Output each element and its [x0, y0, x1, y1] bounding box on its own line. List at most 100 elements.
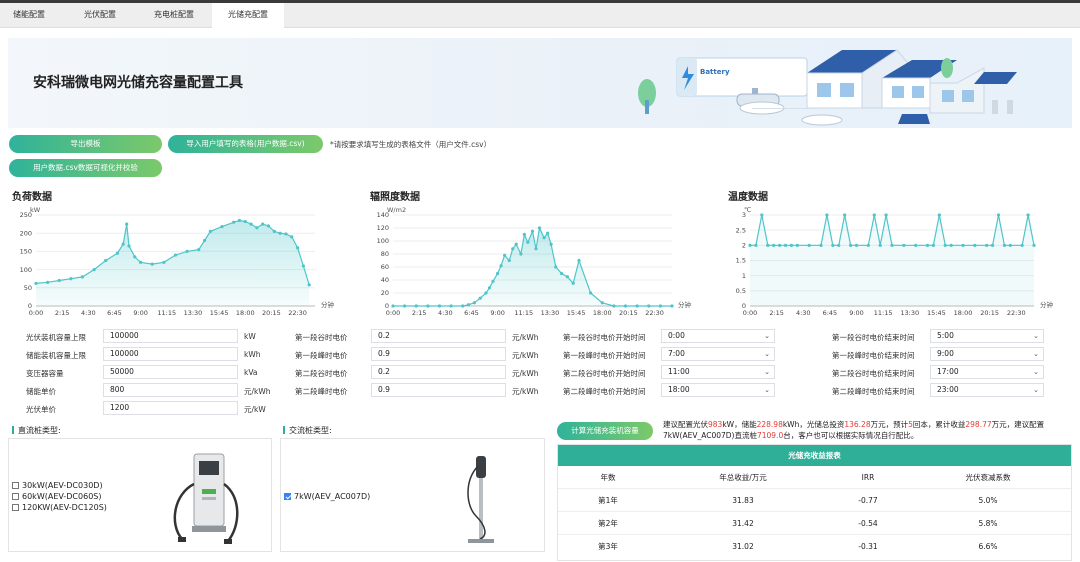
data-point: [57, 278, 61, 283]
transformer-capacity-input[interactable]: 50000: [103, 365, 238, 379]
table-cell: -0.54: [858, 519, 878, 528]
data-point: [284, 232, 288, 236]
table-row: 第1年 31.83 -0.77 5.0%: [558, 489, 1071, 512]
data-point: [491, 279, 495, 283]
data-point: [760, 213, 764, 217]
data-point: [748, 243, 752, 247]
data-point: [985, 243, 989, 247]
advice-text: 台，客户也可以根据实际情况自行配比。: [783, 431, 919, 440]
pv-price-input[interactable]: 1200: [103, 401, 238, 415]
data-point: [943, 243, 947, 247]
battery-sign: Battery: [700, 68, 730, 76]
tab-storage-config[interactable]: 储能配置: [0, 3, 58, 28]
data-point: [783, 243, 788, 247]
data-point: [484, 291, 488, 295]
export-template-button[interactable]: 导出模板: [9, 135, 162, 153]
advice-chargers-value: 7109.0: [756, 431, 784, 440]
valley2-price-label: 第二段谷时电价: [295, 369, 348, 378]
peak1-end-select[interactable]: 9:00 ⌄: [930, 347, 1044, 361]
peak2-start-select[interactable]: 18:00 ⌄: [661, 383, 775, 397]
calculate-capacity-button[interactable]: 计算光储充装机容量: [557, 422, 653, 440]
table-row: 第3年 31.02 -0.31 6.6%: [558, 535, 1071, 558]
peak2-end-select[interactable]: 23:00 ⌄: [930, 383, 1044, 397]
peak2-price-unit: 元/kWh: [512, 387, 539, 396]
data-point: [1002, 243, 1007, 247]
x-tick-label: 2:15: [769, 309, 784, 317]
valley2-end-label: 第二段谷时电价结束时间: [832, 369, 915, 378]
checkbox[interactable]: [12, 493, 19, 500]
irradiance-chart: W/m2 0 20 40 60 80 100 120 140 0:00 2:15 4:30 6:45 9:…: [365, 203, 710, 318]
valley1-start-select[interactable]: 0:00 ⌄: [661, 329, 775, 343]
pv-capacity-limit-input[interactable]: 100000: [103, 329, 238, 343]
advice-text: 回本，累计收益: [912, 420, 966, 429]
temperature-chart-svg: ℃00.511.522.530:00 2:15 4:30 6:45 9:00 11:15 1…: [736, 206, 1054, 317]
tab-pv-storage-charging-config[interactable]: 光储充配置: [212, 3, 284, 28]
data-point: [807, 243, 811, 247]
data-point: [542, 236, 546, 240]
data-point: [635, 304, 639, 308]
y-tick-label: 20: [381, 289, 389, 297]
valley2-price-unit: 元/kWh: [512, 369, 539, 378]
ac-option-7kw-label: 7kW(AEV_AC007D): [294, 492, 371, 501]
data-point: [571, 281, 575, 285]
data-point: [499, 264, 503, 268]
checkbox-checked[interactable]: [284, 493, 291, 500]
y-tick-label: 50: [24, 284, 32, 292]
data-point: [647, 304, 651, 308]
data-point: [514, 242, 518, 246]
data-point: [472, 301, 476, 305]
advice-text: 万元，预计: [870, 420, 909, 429]
dc-option-60kw[interactable]: 60kW(AEV-DC060S): [12, 492, 101, 501]
data-point: [949, 243, 953, 247]
visualize-validate-button[interactable]: 用户数据.csv数据可视化并校验: [9, 159, 162, 177]
x-tick-label: 13:30: [184, 309, 203, 317]
dc-option-30kw-label: 30kW(AEV-DC030D): [22, 481, 103, 490]
dc-option-120kw[interactable]: 120KW(AEV-DC120S): [12, 503, 107, 512]
ac-option-7kw[interactable]: 7kW(AEV_AC007D): [284, 492, 370, 501]
tab-charger-config[interactable]: 充电桩配置: [140, 3, 208, 28]
data-point: [831, 243, 835, 247]
data-point: [403, 304, 407, 308]
data-point: [546, 231, 550, 235]
dc-option-60kw-label: 60kW(AEV-DC060S): [22, 492, 102, 501]
revenue-table: 光储充收益报表 年数 年总收益/万元 IRR 光伏衰减系数 第1年 31.83 …: [557, 444, 1072, 561]
table-cell: 31.83: [732, 496, 754, 505]
valley1-end-select[interactable]: 5:00 ⌄: [930, 329, 1044, 343]
data-point: [237, 218, 242, 223]
y-tick-label: 140: [377, 211, 389, 219]
peak2-price-label: 第二段峰时电价: [295, 387, 348, 396]
data-point: [202, 238, 207, 243]
dc-option-30kw[interactable]: 30kW(AEV-DC030D): [12, 481, 103, 490]
valley2-price-input[interactable]: 0.2: [371, 365, 506, 379]
chevron-down-icon: ⌄: [764, 368, 770, 376]
checkbox[interactable]: [12, 482, 19, 489]
data-point: [1008, 243, 1012, 247]
valley1-price-input[interactable]: 0.2: [371, 329, 506, 343]
import-user-table-button[interactable]: 导入用户填写的表格(用户数据.csv): [168, 135, 323, 153]
x-tick-label: 18:00: [954, 309, 973, 317]
data-point: [534, 247, 538, 251]
chevron-down-icon: ⌄: [1033, 350, 1039, 358]
peak2-price-input[interactable]: 0.9: [371, 383, 506, 397]
table-cell: 31.42: [732, 519, 754, 528]
x-tick-label: 9:00: [490, 309, 505, 317]
checkbox[interactable]: [12, 504, 19, 511]
x-tick-label: 4:30: [438, 309, 453, 317]
advice-text: 建议配置光伏: [663, 420, 708, 429]
load-chart-svg: kW0501001502002500:00 2:15 4:30 6:45 9:00 11:…: [20, 206, 335, 317]
storage-price-input[interactable]: 800: [103, 383, 238, 397]
data-point: [185, 249, 189, 253]
peak1-start-select[interactable]: 7:00 ⌄: [661, 347, 775, 361]
data-point: [565, 275, 569, 279]
pv-capacity-limit-unit: kW: [244, 332, 256, 341]
advice-investment-value: 136.28: [844, 420, 871, 429]
peak1-end-value: 9:00: [937, 349, 954, 358]
x-tick-label: 4:30: [81, 309, 96, 317]
advice-pv-value: 983: [708, 420, 723, 429]
valley2-start-select[interactable]: 11:00 ⌄: [661, 365, 775, 379]
valley2-end-select[interactable]: 17:00 ⌄: [930, 365, 1044, 379]
storage-capacity-limit-input[interactable]: 100000: [103, 347, 238, 361]
tab-pv-config[interactable]: 光伏配置: [69, 3, 131, 28]
peak1-price-input[interactable]: 0.9: [371, 347, 506, 361]
y-tick-label: 3: [742, 211, 746, 219]
